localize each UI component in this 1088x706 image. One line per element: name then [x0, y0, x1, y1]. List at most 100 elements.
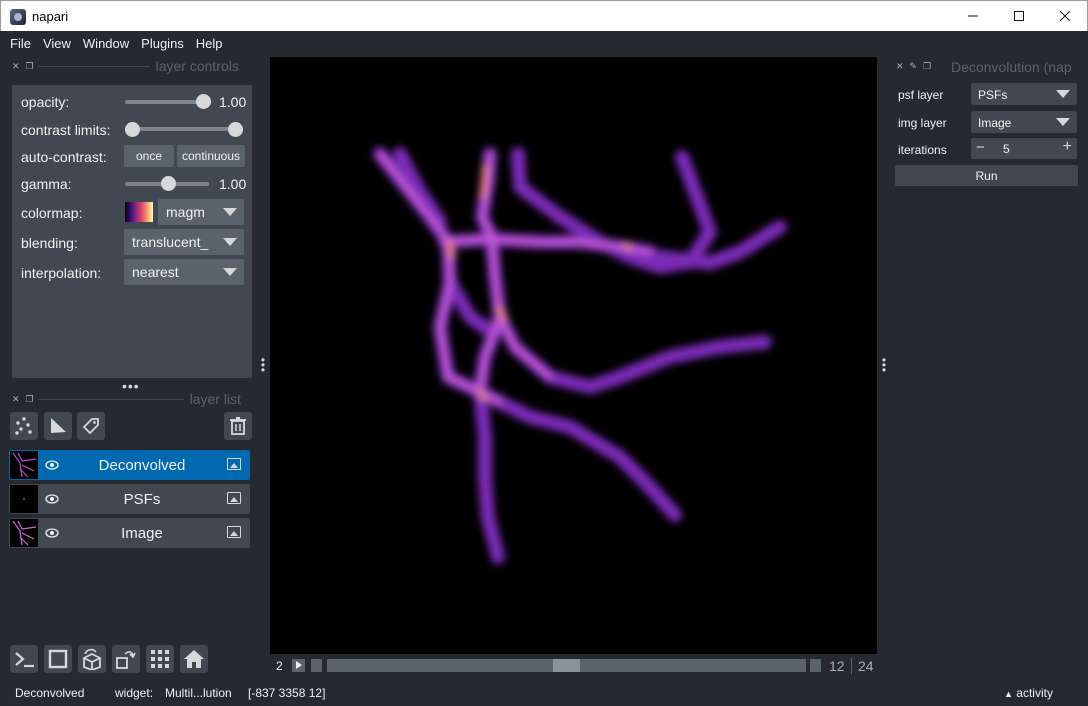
menu-window[interactable]: Window	[77, 31, 135, 55]
deconvolved-image	[373, 147, 787, 564]
opacity-slider-handle[interactable]	[196, 94, 211, 109]
gamma-label: gamma:	[21, 176, 72, 192]
ndisplay-button[interactable]	[44, 645, 72, 673]
play-button[interactable]	[292, 659, 305, 672]
step-back-button[interactable]	[311, 659, 322, 672]
image-layer-icon	[227, 458, 241, 470]
opacity-value: 1.00	[219, 94, 247, 110]
chevron-down-icon	[1056, 90, 1070, 98]
close-icon	[1059, 10, 1071, 22]
decrement-button[interactable]: −	[976, 139, 985, 156]
img-layer-label: img layer	[898, 116, 947, 130]
layer-controls-panel: opacity: 1.00 contrast limits: auto-cont…	[12, 85, 252, 378]
continuous-button[interactable]: continuous	[177, 145, 245, 167]
status-widget-label: widget:	[115, 686, 154, 700]
menu-help[interactable]: Help	[190, 31, 229, 55]
status-bar: Deconvolved widget: Multil...lution [-83…	[0, 683, 1088, 706]
dims-total-value: 24	[858, 658, 874, 674]
psf-layer-combo[interactable]: PSFs	[971, 83, 1077, 105]
layer-item-image[interactable]: Image	[9, 518, 250, 548]
layer-item-psfs[interactable]: PSFs	[9, 484, 250, 514]
auto-contrast-label: auto-contrast:	[21, 149, 107, 165]
roll-dims-button[interactable]	[78, 645, 106, 673]
layer-controls-handle[interactable]: ✕❐ layer controls	[0, 58, 252, 74]
plugin-dock-handle[interactable]: ✕✎❐	[896, 59, 946, 73]
grid-icon	[151, 650, 169, 668]
activity-button[interactable]: ▲ activity	[1004, 686, 1053, 700]
layer-name[interactable]: Image	[69, 525, 215, 542]
psf-layer-value: PSFs	[978, 88, 1008, 102]
layer-list-handle[interactable]: ✕❐ layer list	[0, 391, 252, 407]
eye-icon[interactable]	[45, 458, 59, 472]
blending-value: translucent_	[132, 234, 209, 250]
increment-button[interactable]: +	[1063, 138, 1072, 156]
colormap-combo[interactable]: magm	[158, 199, 244, 225]
image-layer-icon	[227, 526, 241, 538]
contrast-limits-slider[interactable]	[134, 127, 236, 131]
iterations-spinbox[interactable]: − 5 +	[971, 138, 1077, 159]
gamma-value: 1.00	[219, 176, 247, 192]
layer-name[interactable]: Deconvolved	[69, 457, 215, 474]
chevron-down-icon	[223, 208, 237, 216]
status-coordinates: [-837 3358 12]	[248, 686, 326, 700]
dock-float-icons[interactable]: ✕✎❐	[896, 61, 937, 72]
contrast-min-handle[interactable]	[125, 122, 140, 137]
minimize-button[interactable]	[950, 1, 996, 31]
once-button[interactable]: once	[124, 145, 174, 167]
activity-label: activity	[1016, 686, 1053, 700]
window-title: napari	[32, 9, 69, 24]
dock-float-icons[interactable]: ✕❐	[12, 394, 40, 405]
chevron-up-icon: ▲	[1004, 689, 1013, 699]
new-labels-button[interactable]	[77, 412, 105, 440]
colormap-label: colormap:	[21, 205, 83, 221]
interpolation-label: interpolation:	[21, 265, 102, 281]
menu-file[interactable]: File	[4, 31, 37, 55]
home-button[interactable]	[180, 645, 208, 673]
eye-icon[interactable]	[45, 492, 59, 506]
menu-plugins[interactable]: Plugins	[135, 31, 190, 55]
layer-item-deconvolved[interactable]: Deconvolved	[9, 450, 250, 480]
status-widget-value: Multil...lution	[165, 686, 232, 700]
new-points-button[interactable]	[10, 412, 38, 440]
title-bar: napari	[0, 0, 1088, 31]
delete-icon	[230, 417, 246, 435]
eye-icon[interactable]	[45, 526, 59, 540]
delete-layer-button[interactable]	[224, 412, 252, 440]
maximize-button[interactable]	[996, 1, 1042, 31]
run-button[interactable]: Run	[895, 165, 1078, 186]
left-dock-resize-handle[interactable]: • • •	[260, 354, 266, 376]
iterations-value[interactable]: 5	[1003, 142, 1010, 156]
transpose-dims-button[interactable]	[112, 645, 140, 673]
console-icon	[15, 652, 34, 668]
dock-float-icons[interactable]: ✕❐	[12, 61, 40, 72]
gamma-slider-handle[interactable]	[160, 176, 176, 191]
blending-combo[interactable]: translucent_	[124, 229, 244, 255]
psf-layer-label: psf layer	[898, 88, 944, 102]
dims-current-value[interactable]: 12	[829, 658, 845, 674]
contrast-max-handle[interactable]	[228, 122, 243, 137]
blending-label: blending:	[21, 235, 78, 251]
contrast-limits-label: contrast limits:	[21, 122, 111, 138]
interpolation-combo[interactable]: nearest	[124, 259, 244, 285]
img-layer-value: Image	[978, 116, 1012, 130]
dims-axis-index: 2	[276, 659, 283, 673]
right-dock-resize-handle[interactable]: • • •	[881, 354, 887, 376]
layer-thumbnail	[10, 485, 38, 513]
dims-slider-row: 2 12 24	[270, 655, 877, 677]
console-button[interactable]	[10, 645, 38, 673]
layer-name[interactable]: PSFs	[69, 491, 215, 508]
close-button[interactable]	[1042, 1, 1088, 31]
menu-view[interactable]: View	[37, 31, 77, 55]
step-forward-button[interactable]	[810, 659, 821, 672]
img-layer-combo[interactable]: Image	[971, 111, 1077, 133]
colormap-value: magm	[166, 204, 205, 220]
iterations-label: iterations	[898, 143, 947, 157]
viewer-canvas[interactable]	[270, 57, 877, 654]
layer-thumbnail	[10, 451, 38, 479]
grid-view-button[interactable]	[146, 645, 174, 673]
ndisplay-icon	[48, 649, 68, 669]
image-layer-icon	[227, 492, 241, 504]
shapes-icon	[51, 418, 66, 433]
dims-slider-handle[interactable]	[553, 659, 580, 672]
new-shapes-button[interactable]	[44, 412, 72, 440]
